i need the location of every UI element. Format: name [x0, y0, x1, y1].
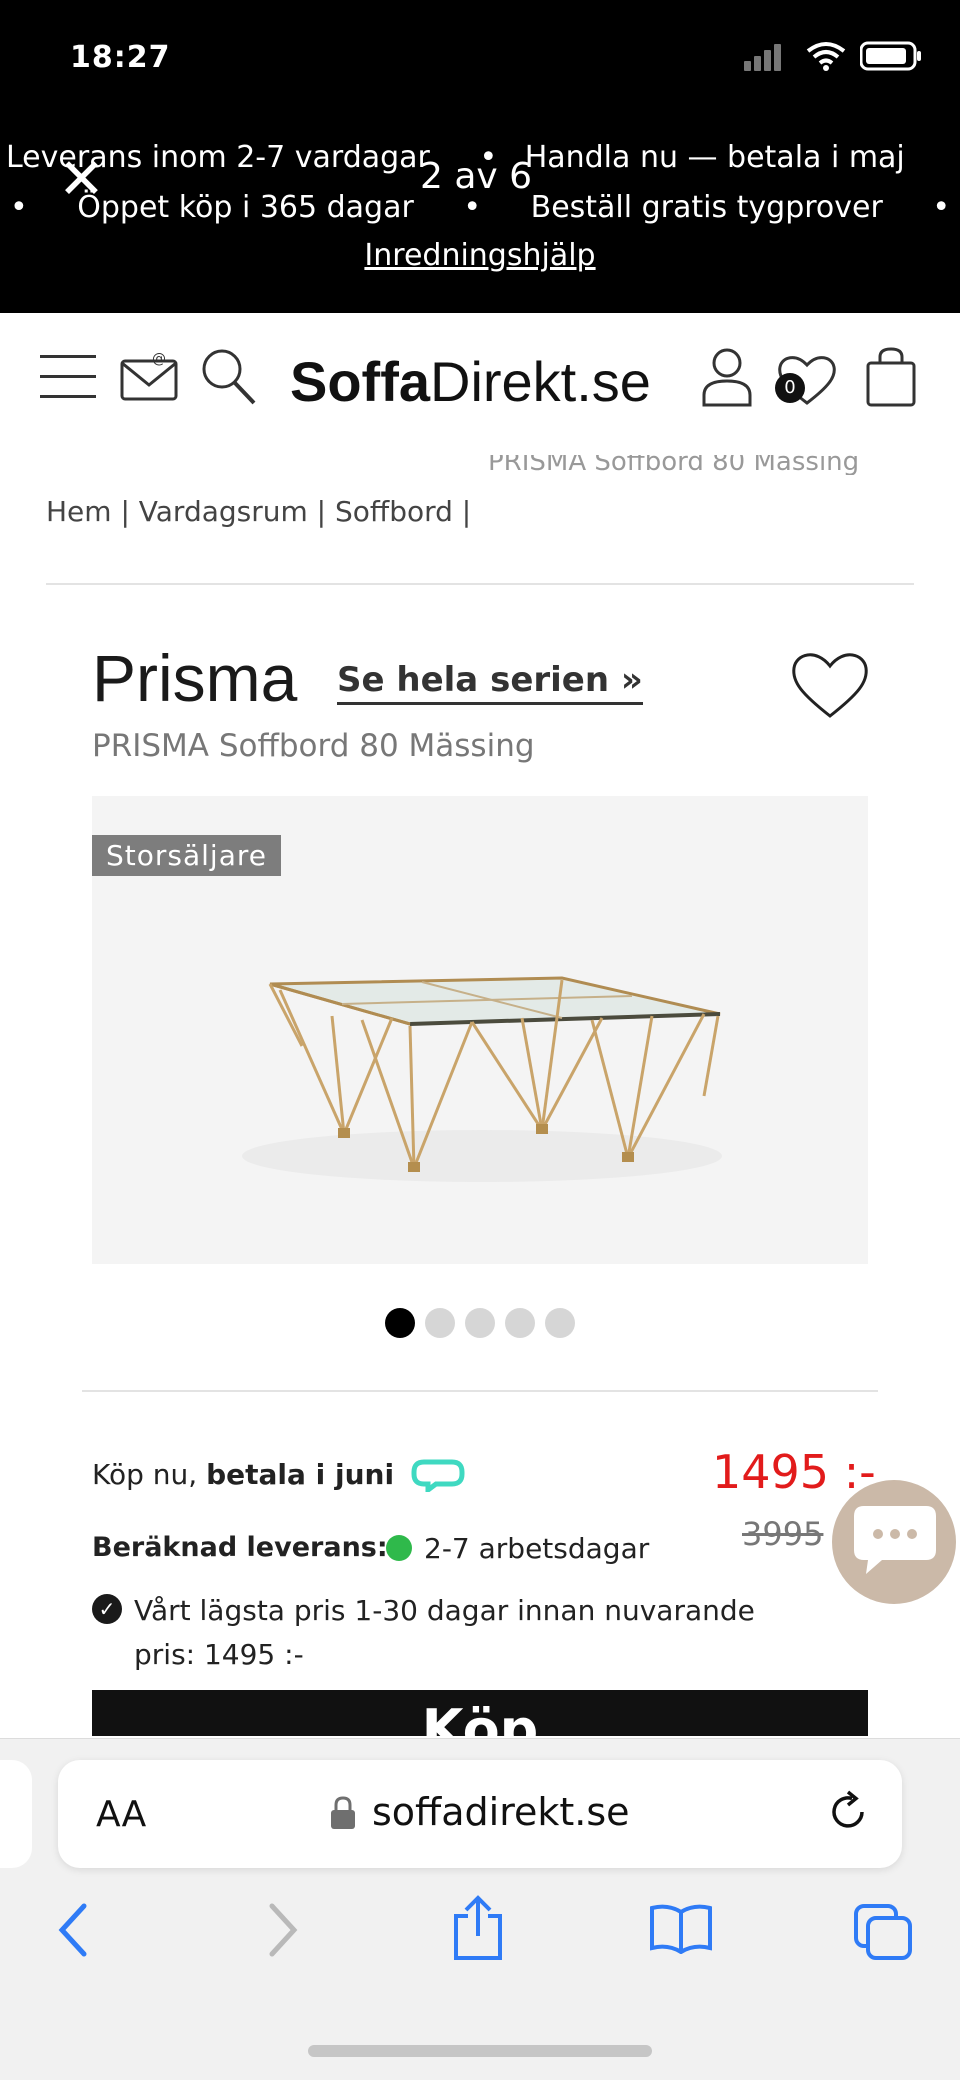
wifi-icon: [806, 41, 846, 75]
checkmark-icon: ✓: [92, 1594, 122, 1624]
home-indicator: [308, 2045, 652, 2057]
delivery-value: 2-7 arbetsdagar: [424, 1532, 650, 1565]
wishlist-count-badge: 0: [775, 373, 805, 403]
cellular-signal-icon: [744, 41, 792, 75]
breadcrumb-current-partial: PRISMA Soffbord 80 Mässing: [488, 455, 860, 475]
logo-bold: Soffa: [290, 350, 430, 413]
promo-dot: •: [932, 190, 951, 225]
promo-text-open-purchase: Öppet köp i 365 dagar: [77, 190, 414, 225]
close-icon[interactable]: ✕: [58, 152, 105, 208]
interior-help-link[interactable]: Inredningshjälp: [0, 238, 960, 273]
promo-dot: •: [10, 190, 28, 225]
forward-icon[interactable]: [262, 1900, 302, 1964]
chat-button[interactable]: [832, 1480, 956, 1604]
site-header: @ SoffaDirekt.se 0: [0, 313, 960, 443]
share-icon[interactable]: [450, 1894, 506, 1966]
previous-tab-card[interactable]: [0, 1760, 32, 1868]
carousel-dot[interactable]: [505, 1308, 535, 1338]
status-icons: [744, 40, 922, 76]
carousel-dot[interactable]: [545, 1308, 575, 1338]
bookmarks-icon[interactable]: [648, 1904, 714, 1958]
account-icon[interactable]: [702, 347, 752, 411]
bestseller-badge: Storsäljare: [92, 835, 281, 876]
lowest-price-note-cont: pris: 1495 :-: [134, 1638, 304, 1671]
pay-later-prefix: Köp nu,: [92, 1458, 198, 1491]
menu-icon[interactable]: [40, 351, 96, 407]
in-stock-dot: [386, 1535, 412, 1561]
carousel-dot-active[interactable]: [385, 1308, 415, 1338]
delivery-label: Beräknad leverans:: [92, 1532, 388, 1563]
carousel-dot[interactable]: [465, 1308, 495, 1338]
see-series-link[interactable]: Se hela serien »: [337, 660, 643, 705]
svg-text:@: @: [152, 351, 166, 367]
tabs-icon[interactable]: [852, 1902, 914, 1966]
reload-icon[interactable]: [826, 1790, 870, 1838]
carousel-dot[interactable]: [425, 1308, 455, 1338]
product-subtitle: PRISMA Soffbord 80 Mässing: [92, 728, 535, 764]
back-icon[interactable]: [54, 1900, 94, 1964]
promo-text-fabric-samples: Beställ gratis tygprover: [530, 190, 883, 225]
klarna-icon: [410, 1458, 466, 1496]
address-bar[interactable]: AA soffadirekt.se: [58, 1760, 902, 1868]
logo-light: Direkt.se: [430, 350, 651, 413]
lock-icon: [330, 1796, 356, 1834]
cart-icon[interactable]: [866, 347, 916, 411]
favorite-heart-icon[interactable]: [790, 648, 870, 724]
site-logo[interactable]: SoffaDirekt.se: [290, 349, 651, 414]
search-icon[interactable]: [200, 347, 256, 409]
divider: [82, 1390, 878, 1392]
divider: [46, 583, 914, 585]
story-counter: 2 av 6: [420, 156, 533, 197]
lowest-price-note: Vårt lägsta pris 1-30 dagar innan nuvara…: [134, 1594, 755, 1627]
pay-later-text: Köp nu, betala i juni: [92, 1458, 394, 1491]
original-price: 3995: [742, 1515, 824, 1553]
url-text: soffadirekt.se: [372, 1790, 630, 1834]
chat-icon: [854, 1506, 936, 1574]
mail-icon[interactable]: @: [120, 351, 178, 405]
carousel-dots[interactable]: [0, 1308, 960, 1342]
text-size-button[interactable]: AA: [96, 1794, 146, 1835]
battery-icon: [859, 41, 922, 75]
pay-later-bold: betala i juni: [206, 1458, 395, 1491]
breadcrumb[interactable]: Hem | Vardagsrum | Soffbord |: [46, 495, 471, 528]
promo-text-pay-later: Handla nu — betala i maj: [524, 140, 905, 175]
status-time: 18:27: [70, 40, 171, 75]
buy-button[interactable]: Köp: [92, 1690, 868, 1736]
product-title: Prisma: [92, 641, 298, 715]
